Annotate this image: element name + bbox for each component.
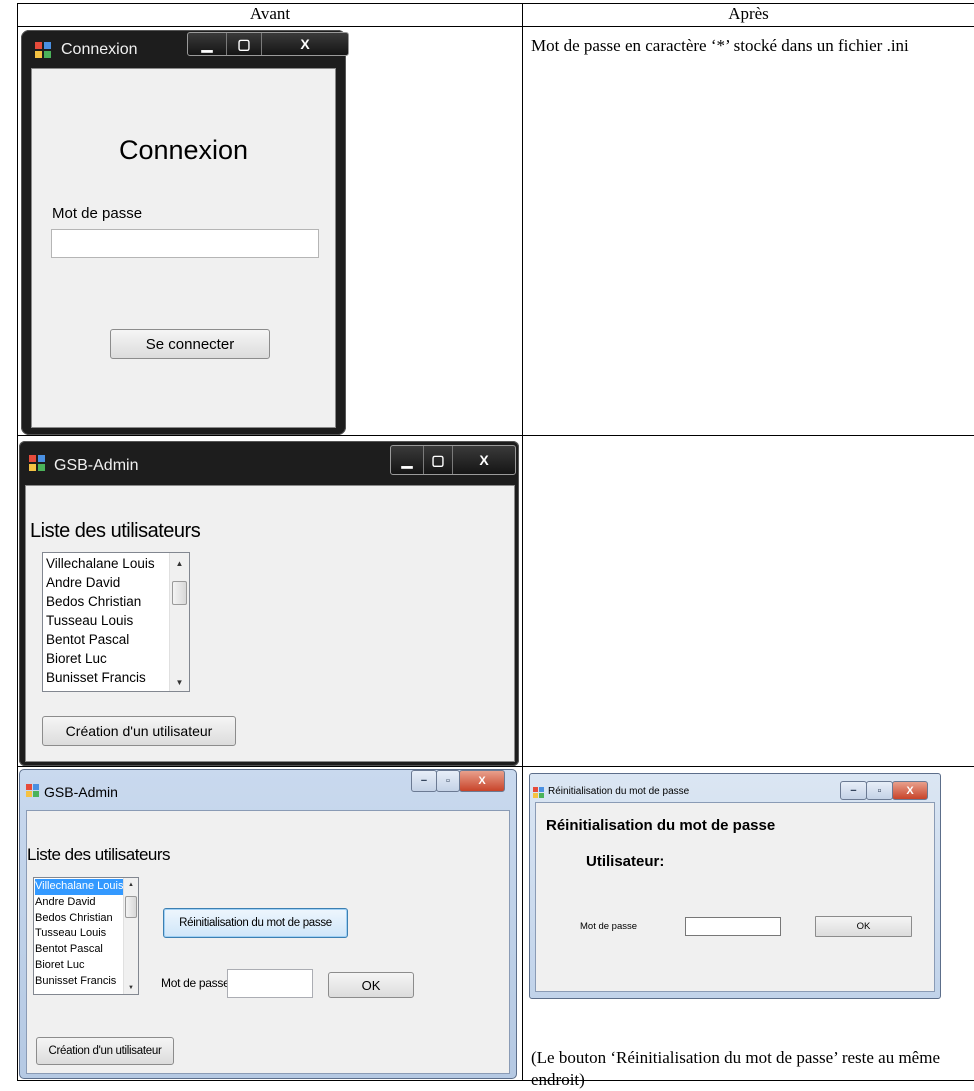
minimize-button[interactable]: − <box>411 770 437 792</box>
password-input[interactable] <box>51 229 319 258</box>
user-listbox[interactable]: Villechalane Louis Andre David Bedos Chr… <box>42 552 190 692</box>
window-controls: ▁ ▢ X <box>390 445 516 475</box>
connect-button[interactable]: Se connecter <box>110 329 270 359</box>
list-item[interactable]: Bioret Luc <box>46 649 155 668</box>
list-item[interactable]: Bentot Pascal <box>46 630 155 649</box>
list-item[interactable]: Bentot Pascal <box>35 942 127 958</box>
list-item[interactable]: Bedos Christian <box>46 592 155 611</box>
connexion-window: Connexion ▁ ▢ X Connexion Mot de passe S… <box>21 30 346 435</box>
scroll-thumb[interactable] <box>125 896 137 918</box>
maximize-button[interactable]: ▫ <box>866 781 893 800</box>
password-label: Mot de passe <box>52 205 142 222</box>
window-controls: − ▫ X <box>841 781 928 800</box>
app-icon <box>26 784 40 798</box>
reset-password-window: Réinitialisation du mot de passe − ▫ X R… <box>529 773 941 999</box>
window-client: Liste des utilisateurs Villechalane Loui… <box>25 485 515 762</box>
header-avant: Avant <box>18 4 523 27</box>
row3-note: (Le bouton ‘Réinitialisation du mot de p… <box>531 1047 941 1091</box>
reset-heading: Réinitialisation du mot de passe <box>546 817 775 834</box>
close-button[interactable]: X <box>459 770 505 792</box>
gsb-admin-window-v2: GSB-Admin − ▫ X Liste des utilisateurs V… <box>19 769 517 1079</box>
list-item[interactable]: Villechalane Louis <box>46 554 155 573</box>
app-icon <box>35 42 52 59</box>
user-list-items: Villechalane Louis Andre David Bedos Chr… <box>46 554 155 687</box>
ok-button[interactable]: OK <box>328 972 414 998</box>
create-user-button[interactable]: Création d'un utilisateur <box>36 1037 174 1065</box>
ok-button[interactable]: OK <box>815 916 912 937</box>
scroll-down-arrow-icon[interactable]: ▼ <box>124 985 138 991</box>
row1-before-cell: Connexion ▁ ▢ X Connexion Mot de passe S… <box>18 27 523 436</box>
user-list-items: Villechalane Louis Andre David Bedos Chr… <box>35 879 127 990</box>
window-controls: − ▫ X <box>412 770 505 792</box>
window-client: Réinitialisation du mot de passe Utilisa… <box>535 802 935 992</box>
user-list-title: Liste des utilisateurs <box>27 845 170 865</box>
close-button[interactable]: X <box>262 33 348 55</box>
window-title: GSB-Admin <box>44 784 118 800</box>
row3-before-cell: GSB-Admin − ▫ X Liste des utilisateurs V… <box>18 767 523 1081</box>
scroll-up-arrow-icon[interactable]: ▲ <box>170 559 189 568</box>
user-listbox[interactable]: Villechalane Louis Andre David Bedos Chr… <box>33 877 139 995</box>
window-title: GSB-Admin <box>54 457 138 475</box>
row2-before-cell: GSB-Admin ▁ ▢ X Liste des utilisateurs V… <box>18 436 523 767</box>
reset-password-button[interactable]: Réinitialisation du mot de passe <box>163 908 348 938</box>
window-controls: ▁ ▢ X <box>187 32 349 56</box>
minimize-button[interactable]: ▁ <box>188 33 227 55</box>
gsb-admin-window: GSB-Admin ▁ ▢ X Liste des utilisateurs V… <box>19 441 519 766</box>
maximize-button[interactable]: ▢ <box>424 446 453 474</box>
row1-note: Mot de passe en caractère ‘*’ stocké dan… <box>523 27 935 57</box>
scroll-down-arrow-icon[interactable]: ▼ <box>170 678 189 687</box>
comparison-table: Avant Après Connexion ▁ ▢ X Connexion Mo… <box>17 3 974 1081</box>
user-label: Utilisateur: <box>586 853 664 870</box>
window-title: Connexion <box>61 41 138 59</box>
maximize-button[interactable]: ▢ <box>227 33 262 55</box>
scroll-up-arrow-icon[interactable]: ▲ <box>124 882 138 888</box>
password-label: Mot de passe <box>580 921 637 932</box>
list-item[interactable]: Bedos Christian <box>35 911 127 927</box>
row1-after-cell: Mot de passe en caractère ‘*’ stocké dan… <box>523 27 974 436</box>
window-client: Connexion Mot de passe Se connecter <box>31 68 336 428</box>
minimize-button[interactable]: − <box>840 781 867 800</box>
maximize-button[interactable]: ▫ <box>436 770 460 792</box>
list-item[interactable]: Tusseau Louis <box>35 926 127 942</box>
close-button[interactable]: X <box>892 781 928 800</box>
list-item[interactable]: Bunisset Francis <box>46 668 155 687</box>
list-item[interactable]: Villechalane Louis <box>35 879 127 895</box>
list-item[interactable]: Bioret Luc <box>35 958 127 974</box>
scroll-thumb[interactable] <box>172 581 187 605</box>
password-label: Mot de passe <box>161 976 229 990</box>
list-item[interactable]: Andre David <box>35 895 127 911</box>
list-scrollbar[interactable]: ▲ ▼ <box>123 878 138 994</box>
minimize-button[interactable]: ▁ <box>391 446 424 474</box>
password-input[interactable] <box>227 969 313 998</box>
app-icon <box>533 787 545 799</box>
row3-after-cell: Réinitialisation du mot de passe − ▫ X R… <box>523 767 974 1081</box>
list-scrollbar[interactable]: ▲ ▼ <box>169 553 189 691</box>
window-title: Réinitialisation du mot de passe <box>548 786 689 797</box>
create-user-button[interactable]: Création d'un utilisateur <box>42 716 236 746</box>
window-client: Liste des utilisateurs Villechalane Loui… <box>26 810 510 1074</box>
list-item[interactable]: Bunisset Francis <box>35 974 127 990</box>
password-input[interactable] <box>685 917 781 936</box>
user-list-title: Liste des utilisateurs <box>30 520 200 543</box>
header-apres: Après <box>523 4 974 27</box>
list-item[interactable]: Tusseau Louis <box>46 611 155 630</box>
row2-after-cell <box>523 436 974 767</box>
app-icon <box>29 455 46 472</box>
document-page: Avant Après Connexion ▁ ▢ X Connexion Mo… <box>0 0 974 1081</box>
connexion-heading: Connexion <box>32 135 335 166</box>
close-button[interactable]: X <box>453 446 515 474</box>
list-item[interactable]: Andre David <box>46 573 155 592</box>
